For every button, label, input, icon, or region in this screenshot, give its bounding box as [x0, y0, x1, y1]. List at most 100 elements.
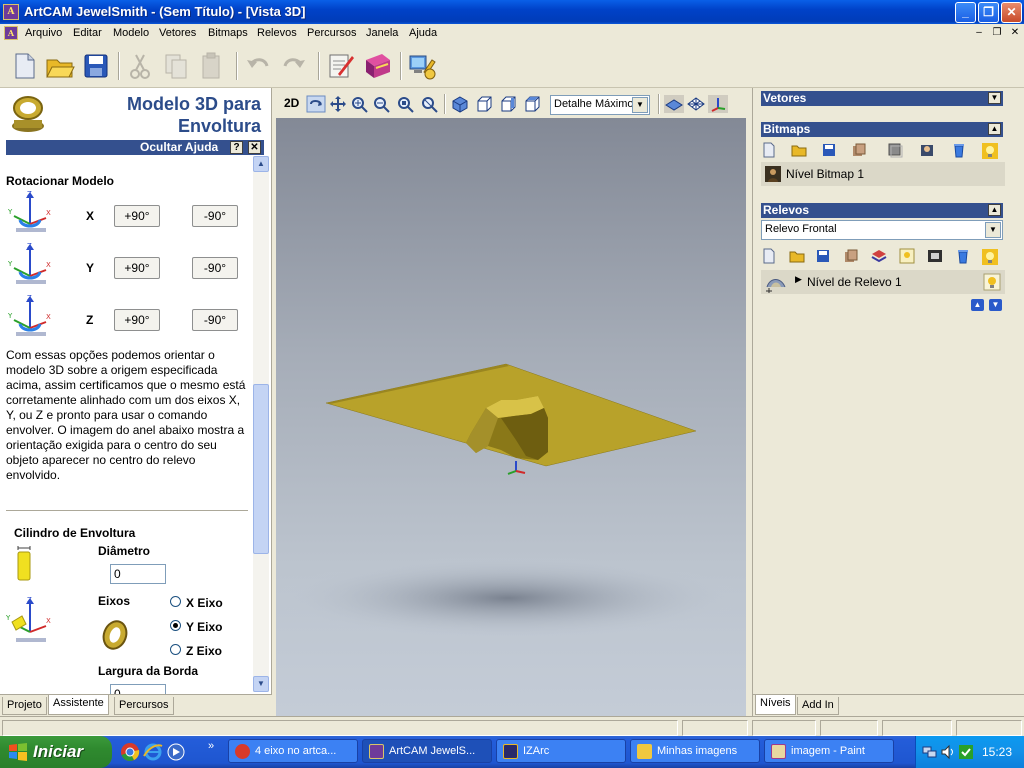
task-paint[interactable]: imagem - Paint [764, 739, 894, 763]
new-relief-layer-icon[interactable] [761, 248, 777, 264]
clock[interactable]: 15:23 [982, 745, 1012, 759]
menu-editar[interactable]: Editar [73, 27, 102, 39]
start-button[interactable]: Iniciar [0, 736, 112, 768]
minimize-button[interactable]: _ [955, 2, 976, 23]
zoom-out-icon[interactable] [372, 95, 392, 113]
notes-icon[interactable] [324, 50, 356, 82]
relief-light-icon[interactable] [899, 248, 915, 264]
help-book-icon[interactable] [362, 50, 394, 82]
delete-relief-icon[interactable] [955, 248, 971, 264]
rotate-z-minus-button[interactable]: -90° [192, 309, 238, 331]
menu-ajuda[interactable]: Ajuda [409, 27, 437, 39]
computer-tools-icon[interactable] [406, 50, 438, 82]
iso-view-icon[interactable] [450, 95, 470, 113]
x-axis-radio[interactable] [170, 596, 181, 607]
mdi-close-button[interactable]: ✕ [1008, 27, 1022, 40]
tab-niveis[interactable]: Níveis [755, 695, 796, 715]
menu-percursos[interactable]: Percursos [307, 27, 357, 39]
volume-icon[interactable] [940, 744, 956, 760]
x-axis-label[interactable]: X Eixo [186, 596, 223, 610]
mdi-restore-button[interactable]: ❐ [990, 27, 1004, 40]
task-izarc[interactable]: IZArc [496, 739, 626, 763]
chevron-right-icon[interactable]: ▶ [795, 274, 802, 285]
top-view-icon[interactable] [522, 95, 542, 113]
chrome-icon[interactable] [120, 742, 140, 762]
open-bitmap-icon[interactable] [791, 142, 807, 158]
scroll-down-arrow[interactable]: ▼ [253, 676, 269, 692]
help-bar[interactable]: Ocultar Ajuda ? ✕ [6, 140, 264, 155]
bitmap-image-icon[interactable] [919, 142, 935, 158]
pan-icon[interactable] [328, 95, 348, 113]
menu-janela[interactable]: Janela [366, 27, 398, 39]
relief-bulb-icon[interactable] [981, 248, 999, 266]
rotate-y-minus-button[interactable]: -90° [192, 257, 238, 279]
move-down-icon[interactable]: ▼ [989, 299, 1002, 311]
zoom-region-icon[interactable] [420, 95, 440, 113]
paste-icon[interactable] [196, 50, 228, 82]
help-close-button[interactable]: ✕ [248, 141, 261, 154]
y-axis-label[interactable]: Y Eixo [186, 620, 222, 634]
task-chrome[interactable]: 4 eixo no artca... [228, 739, 358, 763]
3d-viewport[interactable] [276, 118, 746, 716]
menu-bitmaps[interactable]: Bitmaps [208, 27, 248, 39]
bitmap-layer-row[interactable]: Nível Bitmap 1 [761, 162, 1005, 186]
rotate-x-minus-button[interactable]: -90° [192, 205, 238, 227]
chevron-down-icon[interactable]: ▼ [632, 97, 648, 113]
mdi-minimize-button[interactable]: – [972, 27, 986, 40]
open-folder-icon[interactable] [44, 50, 76, 82]
menu-arquivo[interactable]: Arquivo [25, 27, 62, 39]
menu-modelo[interactable]: Modelo [113, 27, 149, 39]
z-axis-label[interactable]: Z Eixo [186, 644, 222, 658]
relief-stack-icon[interactable] [843, 248, 859, 264]
artcam-doc-icon[interactable]: A [4, 26, 18, 40]
front-view-icon[interactable] [474, 95, 494, 113]
relief-film-icon[interactable] [927, 248, 943, 264]
collapse-icon[interactable]: ▲ [988, 204, 1001, 216]
tab-projeto[interactable]: Projeto [2, 697, 47, 715]
border-width-input[interactable]: 0 [110, 684, 166, 694]
z-axis-radio[interactable] [170, 644, 181, 655]
move-up-icon[interactable]: ▲ [971, 299, 984, 311]
zoom-in-icon[interactable] [350, 95, 370, 113]
artcam-icon[interactable]: A [3, 4, 19, 20]
help-question-button[interactable]: ? [230, 141, 243, 154]
quicklaunch-more-icon[interactable]: » [208, 740, 214, 752]
copy-icon[interactable] [160, 50, 192, 82]
lightbulb-icon[interactable] [983, 273, 1001, 291]
task-minhas-imagens[interactable]: Minhas imagens [630, 739, 760, 763]
relief-layer-row[interactable]: ▶ Nível de Relevo 1 [761, 270, 1005, 294]
new-file-icon[interactable] [8, 50, 40, 82]
scroll-up-arrow[interactable]: ▲ [253, 156, 269, 172]
internet-explorer-icon[interactable] [143, 742, 163, 762]
3d-scene[interactable] [276, 118, 746, 716]
view-2d-button[interactable]: 2D [284, 96, 299, 110]
redo-icon[interactable] [278, 50, 310, 82]
restore-button[interactable]: ❐ [978, 2, 999, 23]
bitmap-layer-name[interactable]: Nível Bitmap 1 [786, 167, 864, 181]
bitmap-stack-icon[interactable] [851, 142, 867, 158]
bitmap-gray-icon[interactable] [887, 142, 903, 158]
detail-select[interactable]: Detalhe Máximo ▼ [550, 95, 650, 115]
y-axis-radio[interactable] [170, 620, 181, 631]
rotate-y-plus-button[interactable]: +90° [114, 257, 160, 279]
tab-add-in[interactable]: Add In [797, 697, 839, 715]
tab-assistente[interactable]: Assistente [48, 695, 109, 715]
menu-relevos[interactable]: Relevos [257, 27, 297, 39]
tab-percursos[interactable]: Percursos [114, 697, 174, 715]
bitmap-light-icon[interactable] [981, 142, 999, 160]
save-bitmap-icon[interactable] [821, 142, 837, 158]
close-button[interactable]: ✕ [1001, 2, 1022, 23]
shaded-plane-icon[interactable] [664, 95, 684, 113]
new-bitmap-layer-icon[interactable] [761, 142, 777, 158]
relief-layers-icon[interactable] [871, 248, 887, 264]
media-icon[interactable] [166, 742, 186, 762]
zoom-fit-icon[interactable] [396, 95, 416, 113]
chevron-down-icon[interactable]: ▼ [985, 222, 1001, 238]
relief-layer-name[interactable]: Nível de Relevo 1 [807, 275, 902, 289]
relief-select[interactable]: Relevo Frontal ▼ [761, 220, 1003, 240]
network-icon[interactable] [922, 744, 938, 760]
left-scrollbar[interactable]: ▲ ▼ [253, 156, 269, 692]
rotate-z-plus-button[interactable]: +90° [114, 309, 160, 331]
reliefs-header[interactable]: Relevos ▲ [761, 203, 1003, 218]
cut-icon[interactable] [124, 50, 156, 82]
